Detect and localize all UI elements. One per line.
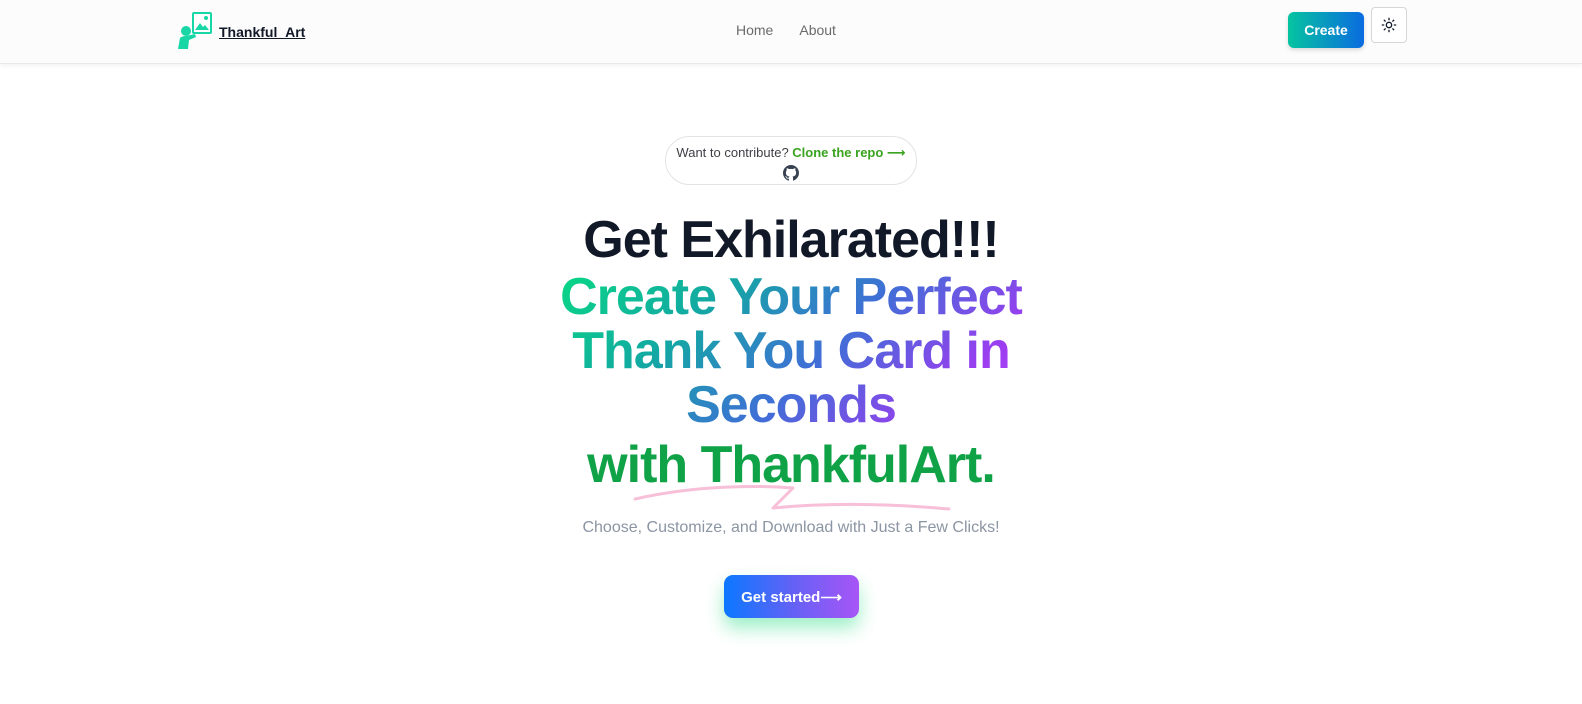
main-nav: Home About: [736, 22, 836, 38]
sun-icon: [1381, 17, 1397, 33]
hero-headline: Get Exhilarated!!! Create Your Perfect T…: [0, 210, 1582, 496]
clone-repo-link[interactable]: Clone the repo ⟶: [792, 145, 905, 160]
get-started-button[interactable]: Get started⟶: [724, 575, 859, 618]
theme-toggle-button[interactable]: [1371, 7, 1407, 43]
underline-squiggle-decoration: [633, 484, 951, 511]
hero-line-1: Get Exhilarated!!!: [583, 211, 999, 269]
hero-gradient-line: Create Your Perfect Thank You Card in Se…: [531, 270, 1051, 432]
person-with-picture-logo-icon: [178, 12, 212, 49]
nav-link-about[interactable]: About: [799, 22, 836, 38]
brand-name: Thankful_Art: [219, 24, 306, 40]
hero-subtitle: Choose, Customize, and Download with Jus…: [582, 519, 1000, 536]
contribute-pill: Want to contribute? Clone the repo ⟶: [665, 136, 917, 185]
create-button[interactable]: Create: [1288, 12, 1364, 48]
github-icon[interactable]: [783, 165, 799, 181]
nav-link-home[interactable]: Home: [736, 22, 773, 38]
brand-link[interactable]: Thankful_Art: [175, 12, 305, 50]
top-navbar: Thankful_Art Home About Create: [0, 0, 1582, 64]
contribute-prefix: Want to contribute?: [676, 145, 789, 160]
